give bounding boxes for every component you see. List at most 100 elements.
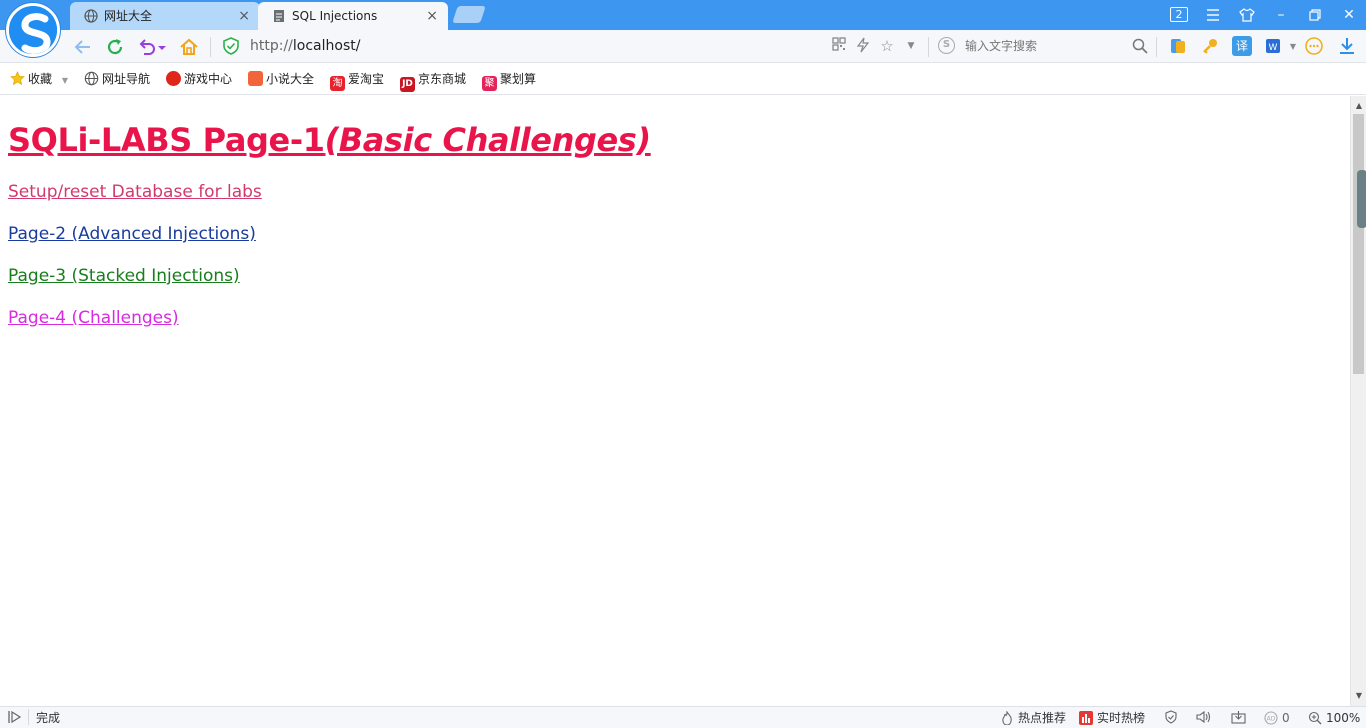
new-tab-button[interactable] [452, 6, 486, 23]
tab-close-icon[interactable]: × [426, 2, 438, 30]
zoom-icon [1308, 711, 1322, 725]
star-icon [10, 71, 25, 86]
sidebar-toggle-icon[interactable] [8, 710, 22, 728]
bookmark-label: 聚划算 [500, 72, 537, 86]
search-engine-icon[interactable]: S [938, 37, 955, 54]
status-text: 完成 [36, 711, 61, 725]
page-3-link[interactable]: Page-3 (Stacked Injections) [8, 265, 240, 287]
bookmark-label: 网址导航 [102, 72, 151, 86]
chevron-down-icon[interactable] [156, 36, 168, 58]
phone-sync-icon[interactable] [1168, 36, 1188, 56]
bookmark-label: 小说大全 [266, 72, 315, 86]
chart-bars-icon [1079, 711, 1093, 725]
scroll-thumb[interactable] [1353, 114, 1364, 374]
ad-block-icon: AD [1264, 711, 1278, 725]
taobao-icon: 淘 [330, 76, 345, 91]
divider [210, 37, 211, 57]
tab-title: 网址大全 [104, 9, 153, 23]
setup-database-link[interactable]: Setup/reset Database for labs [8, 181, 262, 203]
address-field[interactable]: http://localhost/ [250, 37, 360, 55]
scroll-down-arrow-icon[interactable]: ▼ [1351, 690, 1366, 702]
url-host: localhost/ [292, 38, 361, 54]
side-panel-handle[interactable] [1357, 170, 1366, 228]
document-icon [274, 10, 284, 22]
security-shield-icon[interactable] [1164, 710, 1178, 728]
divider [928, 37, 929, 57]
wps-doc-icon[interactable]: W [1264, 36, 1284, 56]
zoom-control[interactable]: 100% [1308, 710, 1360, 726]
minimize-button[interactable]: – [1267, 4, 1295, 26]
search-input[interactable]: 输入文字搜索 [965, 38, 1037, 54]
hot-recommend-button[interactable]: 热点推荐 [1000, 710, 1066, 726]
jd-icon: JD [400, 77, 415, 92]
bookmark-label: 收藏 [28, 72, 53, 86]
download-icon[interactable] [1337, 36, 1357, 56]
chevron-down-icon[interactable]: ▼ [1284, 38, 1302, 56]
bookmarks-bar: 收藏 ▼ 网址导航 游戏中心 小说大全 淘爱淘宝 JD 京东商城 聚聚划算 [0, 63, 1366, 95]
search-icon[interactable] [1131, 37, 1149, 55]
restore-button[interactable] [1301, 4, 1329, 26]
more-options-icon[interactable] [1304, 36, 1324, 56]
novel-icon [248, 71, 263, 86]
bookmark-jd[interactable]: JD 京东商城 [400, 71, 467, 92]
juhuasuan-icon: 聚 [482, 76, 497, 91]
page-title[interactable]: SQLi-LABS Page-1(Basic Challenges) [8, 118, 651, 162]
page-content: SQLi-LABS Page-1(Basic Challenges) Setup… [0, 96, 1350, 706]
hot-recommend-label: 热点推荐 [1018, 711, 1067, 725]
refresh-icon[interactable] [104, 36, 126, 58]
page-2-link[interactable]: Page-2 (Advanced Injections) [8, 223, 256, 245]
bookmark-taobao[interactable]: 淘爱淘宝 [330, 71, 385, 91]
divider [1156, 37, 1157, 57]
undo-icon[interactable] [136, 36, 158, 58]
globe-icon [84, 71, 99, 86]
title-bar: 网址大全 × SQL Injections × 2 – ✕ [0, 0, 1366, 57]
menu-icon[interactable] [1199, 4, 1227, 26]
bookmark-favorites[interactable]: 收藏 ▼ [10, 71, 68, 89]
flame-icon [1002, 711, 1012, 725]
skin-shirt-icon[interactable] [1233, 4, 1261, 26]
tab-title: SQL Injections [292, 9, 378, 23]
realtime-hot-label: 实时热榜 [1097, 711, 1146, 725]
page-title-main: SQLi-LABS Page-1 [8, 121, 325, 159]
address-toolbar: http://localhost/ ☆ ▼ S 输入文字搜索 译 W ▼ [0, 30, 1366, 63]
bookmark-games[interactable]: 游戏中心 [166, 71, 232, 89]
status-bar: 完成 热点推荐 实时热榜 AD 0 100% [0, 706, 1366, 728]
bookmark-label: 京东商城 [418, 72, 467, 86]
url-prefix: http:// [250, 38, 293, 54]
speaker-icon[interactable] [1196, 710, 1212, 728]
page-4-link[interactable]: Page-4 (Challenges) [8, 307, 179, 329]
chevron-down-icon: ▼ [61, 76, 68, 85]
bookmark-label: 游戏中心 [184, 72, 233, 86]
close-window-button[interactable]: ✕ [1335, 4, 1363, 26]
vertical-scrollbar[interactable]: ▲ ▼ [1350, 96, 1366, 706]
svg-text:AD: AD [1267, 716, 1276, 723]
page-title-sub: (Basic Challenges) [324, 121, 652, 159]
key-icon[interactable] [1200, 36, 1220, 56]
tab-close-icon[interactable]: × [238, 2, 250, 30]
star-icon[interactable]: ☆ [878, 37, 896, 55]
screenshot-icon[interactable] [1231, 710, 1246, 728]
bookmark-novels[interactable]: 小说大全 [248, 71, 314, 89]
game-center-icon [166, 71, 181, 86]
chevron-down-icon[interactable]: ▼ [902, 37, 920, 55]
bookmark-nav[interactable]: 网址导航 [84, 71, 150, 89]
tab-count-icon[interactable]: 2 [1170, 7, 1188, 22]
tab-home[interactable]: 网址大全 × [70, 2, 260, 30]
bookmark-label: 爱淘宝 [348, 72, 385, 86]
translate-icon[interactable]: 译 [1232, 36, 1252, 56]
tab-sql-injections[interactable]: SQL Injections × [258, 2, 448, 30]
svg-text:W: W [1269, 43, 1278, 53]
back-icon[interactable] [72, 36, 94, 58]
bookmark-juhuasuan[interactable]: 聚聚划算 [482, 71, 537, 91]
scroll-up-arrow-icon[interactable]: ▲ [1351, 100, 1366, 112]
divider [28, 709, 29, 725]
security-shield-icon[interactable] [222, 37, 240, 55]
realtime-hot-button[interactable]: 实时热榜 [1079, 710, 1145, 726]
ad-block-counter[interactable]: AD 0 [1264, 710, 1290, 726]
zoom-level: 100% [1326, 711, 1361, 725]
browser-logo-icon[interactable] [6, 3, 60, 57]
home-icon[interactable] [178, 36, 200, 58]
lightning-icon[interactable] [854, 37, 872, 55]
globe-icon [84, 9, 98, 23]
qr-code-icon[interactable] [830, 37, 848, 55]
